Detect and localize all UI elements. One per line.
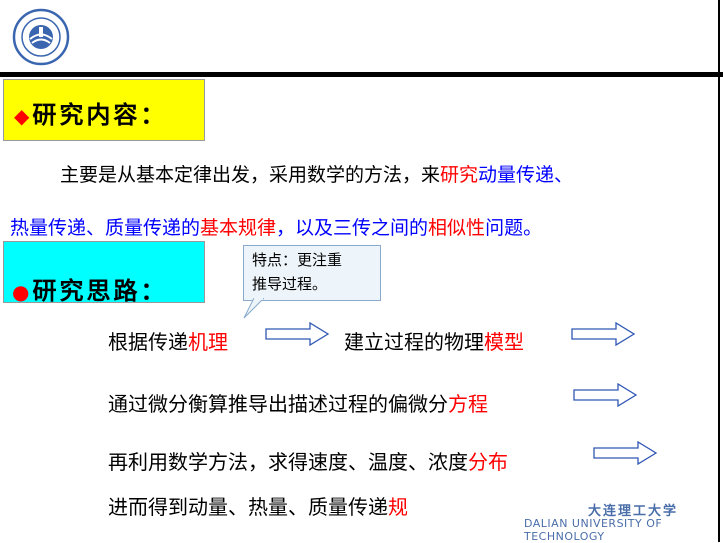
section1-line2: 热量传递、质量传递的基本规律，以及三传之间的相似性问题。 xyxy=(10,213,542,240)
line2-text-d: 相似性 xyxy=(428,217,486,239)
step4-highlight: 分布 xyxy=(468,450,508,474)
right-arrow-icon xyxy=(592,441,658,465)
step3-highlight: 方程 xyxy=(448,392,488,416)
callout-line1: 特点：更注重 xyxy=(252,251,343,269)
step2-text: 建立过程的物理 xyxy=(344,330,484,354)
step-equation: 通过微分衡算推导出描述过程的偏微分方程 xyxy=(108,388,488,417)
step-model: 建立过程的物理模型 xyxy=(344,326,524,355)
step1-text: 根据传递 xyxy=(108,330,188,354)
step4-text: 再利用数学方法，求得速度、温度、浓度 xyxy=(108,450,468,474)
line2-text-b: 基本规律 xyxy=(200,217,277,239)
line1-text-b: 研究 xyxy=(440,164,479,186)
section1-heading: ◆研究内容： xyxy=(14,95,167,130)
right-arrow-icon xyxy=(572,383,638,407)
university-logo xyxy=(12,8,70,66)
section2-heading: ●研究思路： xyxy=(12,271,167,306)
line2-text-a: 热量传递、质量传递的 xyxy=(10,217,201,239)
line2-text-e: 问题。 xyxy=(485,217,543,239)
step3-text: 通过微分衡算推导出描述过程的偏微分 xyxy=(108,392,448,416)
step1-highlight: 机理 xyxy=(188,330,228,354)
section1-title: 研究内容： xyxy=(32,100,168,129)
line1-text-a: 主要是从基本定律出发，采用数学的方法，来 xyxy=(60,164,441,186)
step5-text: 进而得到动量、热量、质量传递 xyxy=(108,495,388,519)
diamond-bullet-icon: ◆ xyxy=(14,104,33,128)
line2-text-c: ，以及三传之间的 xyxy=(276,217,429,239)
line1-text-c: 动量传递、 xyxy=(478,164,574,186)
step-mechanism: 根据传递机理 xyxy=(108,326,228,355)
right-border xyxy=(718,0,720,542)
section1-line1: 主要是从基本定律出发，采用数学的方法，来研究动量传递、 xyxy=(60,160,573,187)
step2-highlight: 模型 xyxy=(484,330,524,354)
step5-highlight: 规 xyxy=(388,495,408,519)
step-law: 进而得到动量、热量、质量传递规 xyxy=(108,491,408,520)
footer-university-en: DALIAN UNIVERSITY OF TECHNOLOGY xyxy=(524,517,663,543)
callout-note: 特点：更注重 推导过程。 xyxy=(243,245,381,301)
step-distribution: 再利用数学方法，求得速度、温度、浓度分布 xyxy=(108,446,508,475)
slide-header xyxy=(0,0,723,72)
header-divider xyxy=(0,72,723,77)
right-arrow-icon xyxy=(570,322,636,346)
callout-line2: 推导过程。 xyxy=(252,275,328,293)
circle-bullet-icon: ● xyxy=(12,280,33,304)
callout-pointer-icon xyxy=(243,298,264,319)
section2-title: 研究思路： xyxy=(32,276,168,305)
right-arrow-icon xyxy=(264,322,330,346)
